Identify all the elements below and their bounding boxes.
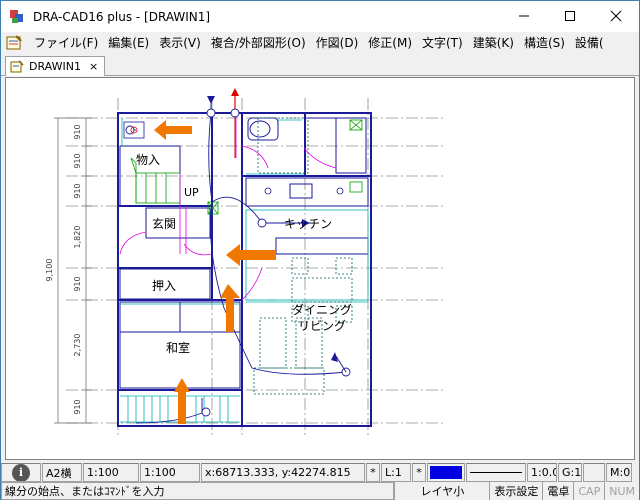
tab-label: DRAWIN1 <box>29 60 81 73</box>
paper-size[interactable]: A2横 <box>42 463 82 482</box>
menu-architecture[interactable]: 建築(K) <box>468 33 519 53</box>
tab-drawin1[interactable]: DRAWIN1 × <box>5 56 105 76</box>
minimize-icon <box>519 15 529 17</box>
menu-structure[interactable]: 構造(S) <box>519 33 570 53</box>
document-tab-bar: DRAWIN1 × <box>1 54 639 76</box>
dim-label-3: 910 <box>73 183 82 198</box>
coordinate-readout: x:68713.333, y:42274.815 <box>201 463 365 482</box>
num-lock-indicator: NUM <box>604 482 639 500</box>
menu-view[interactable]: 表示(V) <box>154 33 206 53</box>
status-bar-top: i A2横 1:100 1:100 x:68713.333, y:42274.8… <box>1 463 639 482</box>
menu-text[interactable]: 文字(T) <box>417 33 468 53</box>
dim-label-2: 910 <box>73 153 82 168</box>
up-arrow-red-icon <box>231 88 239 96</box>
line-type[interactable] <box>466 463 526 482</box>
down-arrow-icon <box>207 96 215 104</box>
close-icon <box>610 10 622 22</box>
scale-primary[interactable]: 1:100 <box>83 463 139 482</box>
document-menu-icon[interactable] <box>5 34 23 52</box>
color-swatch[interactable] <box>427 463 465 482</box>
info-icon: i <box>12 464 30 481</box>
dim-label-6: 2,730 <box>73 334 82 357</box>
dim-label-7: 910 <box>73 399 82 414</box>
tab-close-button[interactable]: × <box>89 60 98 73</box>
menu-edit[interactable]: 編集(E) <box>103 33 154 53</box>
caps-lock-indicator: CAP <box>573 482 604 500</box>
command-prompt: 線分の始点、またはｺﾏﾝﾄﾞを入力 <box>1 482 395 500</box>
menu-file[interactable]: ファイル(F) <box>29 33 103 53</box>
menu-composite[interactable]: 複合/外部図形(O) <box>206 33 311 53</box>
mode-indicator[interactable]: M:0 <box>606 463 632 482</box>
dim-label-4: 1,820 <box>73 226 82 249</box>
room-label-storage: 物入 <box>136 153 160 167</box>
scale-secondary[interactable]: 1:100 <box>140 463 200 482</box>
info-button[interactable]: i <box>1 463 41 482</box>
status-bar-bottom: 線分の始点、またはｺﾏﾝﾄﾞを入力 レイヤ小 表示設定 電卓 CAP NUM <box>1 482 639 500</box>
room-label-entrance: 玄関 <box>152 216 176 231</box>
dim-label-total: 9,100 <box>45 259 54 282</box>
drawing-file-icon <box>10 59 24 72</box>
display-settings-button[interactable]: 表示設定 <box>489 482 542 500</box>
dim-label-5: 910 <box>73 276 82 291</box>
ratio-indicator[interactable]: 1:0.01 <box>527 463 557 482</box>
app-logo-icon <box>10 9 23 23</box>
layer-star[interactable]: * <box>366 463 380 482</box>
spacer <box>583 463 605 482</box>
app-window: DRA-CAD16 plus - [DRAWIN1] ファイル(F) 編集(E)… <box>0 0 640 500</box>
room-label-up: UP <box>184 186 199 199</box>
color-star[interactable]: * <box>412 463 426 482</box>
room-label-washitsu: 和室 <box>166 340 190 355</box>
layer-indicator[interactable]: L:1 <box>381 463 411 482</box>
menu-bar: ファイル(F) 編集(E) 表示(V) 複合/外部図形(O) 作図(D) 修正(… <box>1 32 639 54</box>
room-label-living: リビング <box>298 319 346 333</box>
dim-label-1: 910 <box>73 124 82 139</box>
group-indicator[interactable]: G:1 <box>558 463 582 482</box>
room-label-kitchen: キッチン <box>284 217 332 231</box>
menu-modify[interactable]: 修正(M) <box>363 33 417 53</box>
maximize-button[interactable] <box>547 1 593 31</box>
minimize-button[interactable] <box>501 1 547 31</box>
floor-plan: 910 910 910 1,820 910 2,730 910 9,100 物入… <box>45 88 446 438</box>
menu-draw[interactable]: 作図(D) <box>311 33 364 53</box>
close-button[interactable] <box>593 1 639 31</box>
layer-small-button[interactable]: レイヤ小 <box>394 482 489 500</box>
drawing-canvas[interactable]: 910 910 910 1,820 910 2,730 910 9,100 物入… <box>5 77 635 460</box>
title-bar: DRA-CAD16 plus - [DRAWIN1] <box>1 1 639 32</box>
maximize-icon <box>565 11 575 21</box>
calculator-button[interactable]: 電卓 <box>542 482 573 500</box>
room-label-dining: ダイニング <box>292 302 352 317</box>
window-title: DRA-CAD16 plus - [DRAWIN1] <box>33 9 211 24</box>
menu-equipment[interactable]: 設備( <box>570 33 609 53</box>
room-label-closet: 押入 <box>152 279 176 293</box>
